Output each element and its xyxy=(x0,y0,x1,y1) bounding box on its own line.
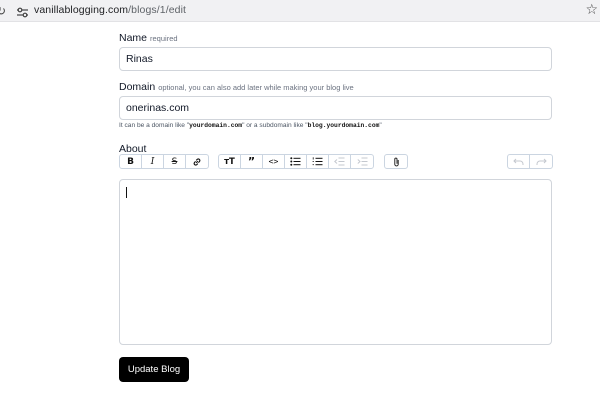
domain-help-text: It can be a domain like "yourdomain.com"… xyxy=(119,122,382,129)
url-path: /blogs/1/edit xyxy=(128,4,187,16)
undo-button[interactable] xyxy=(508,155,530,168)
redo-button[interactable] xyxy=(530,155,552,168)
update-blog-button[interactable]: Update Blog xyxy=(119,357,189,382)
link-icon xyxy=(193,157,201,166)
code-button[interactable]: <> xyxy=(263,155,285,168)
domain-hint: optional, you can also add later while m… xyxy=(158,83,354,92)
domain-label: Domain optional, you can also add later w… xyxy=(119,81,354,93)
domain-help-middle: " or a subdomain like " xyxy=(242,122,308,129)
paperclip-icon xyxy=(393,157,399,166)
outdent-button[interactable] xyxy=(329,155,351,168)
link-button[interactable] xyxy=(186,155,208,168)
star-icon[interactable]: ☆ xyxy=(585,2,598,18)
name-input[interactable]: Rinas xyxy=(119,47,552,71)
bullet-list-button[interactable] xyxy=(285,155,307,168)
italic-button[interactable]: I xyxy=(142,155,164,168)
history-group xyxy=(507,154,553,169)
redo-icon xyxy=(536,158,547,165)
domain-help-prefix: It can be a domain like " xyxy=(119,122,190,129)
site-info-icon[interactable] xyxy=(16,5,30,18)
url-field[interactable]: vanillablogging.com/blogs/1/edit xyxy=(34,4,186,16)
strikethrough-button[interactable]: S xyxy=(164,155,186,168)
url-domain: vanillablogging.com xyxy=(34,4,129,16)
block-format-group: тT ” <> xyxy=(218,154,374,169)
reload-icon[interactable]: ↻ xyxy=(0,4,10,18)
domain-example: yourdomain.com xyxy=(189,122,243,129)
domain-help-suffix: " xyxy=(379,122,382,129)
indent-icon xyxy=(356,157,367,166)
numbered-list-button[interactable] xyxy=(307,155,329,168)
name-label-text: Name xyxy=(119,32,148,44)
about-editor[interactable] xyxy=(119,179,552,345)
bold-button[interactable]: B xyxy=(120,155,142,168)
name-label: Name required xyxy=(119,32,178,44)
domain-input[interactable]: onerinas.com xyxy=(119,96,552,120)
text-format-group: B I S xyxy=(119,154,209,169)
bullet-list-icon xyxy=(290,157,301,166)
heading-button[interactable]: тT xyxy=(219,155,241,168)
quote-button[interactable]: ” xyxy=(241,155,263,168)
attach-file-button[interactable] xyxy=(385,155,407,168)
text-caret xyxy=(126,187,127,198)
indent-button[interactable] xyxy=(351,155,373,168)
subdomain-example: blog.yourdomain.com xyxy=(307,122,380,129)
name-hint: required xyxy=(150,34,178,43)
undo-icon xyxy=(513,158,524,165)
file-tools-group xyxy=(384,154,408,169)
outdent-icon xyxy=(334,157,345,166)
domain-label-text: Domain xyxy=(119,81,156,93)
numbered-list-icon xyxy=(312,157,323,166)
browser-address-bar: ↻ vanillablogging.com/blogs/1/edit ☆ xyxy=(0,0,600,22)
